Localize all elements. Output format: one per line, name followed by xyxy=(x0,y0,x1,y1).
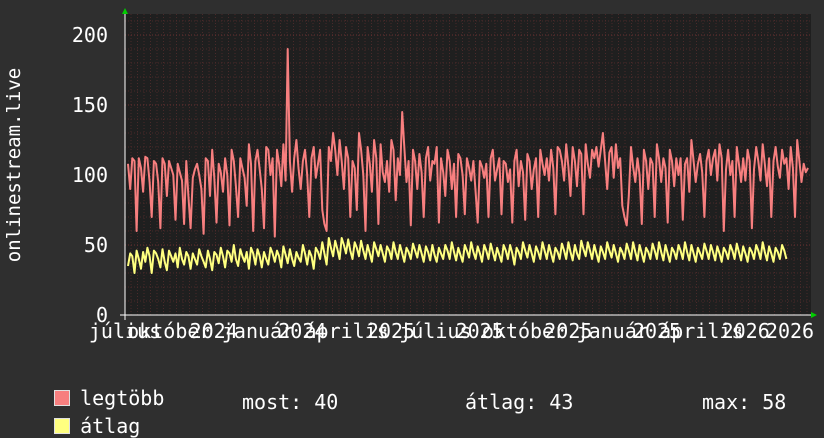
y-tick-label: 100 xyxy=(72,163,108,187)
x-axis-arrow-icon xyxy=(811,312,817,318)
chart: 050100150200 júliusoktóber2024január2024… xyxy=(3,8,817,343)
stat-max: max: 58 xyxy=(702,390,786,414)
y-tick-label: 150 xyxy=(72,93,108,117)
legend-label-atlag: átlag xyxy=(80,414,141,438)
stat-average: átlag: 43 xyxy=(465,390,573,414)
y-tick-label: 50 xyxy=(84,233,108,257)
stat-max-value: 58 xyxy=(762,390,787,414)
stat-max-label: max: xyxy=(702,390,751,414)
y-axis: 050100150200 xyxy=(72,23,108,327)
legend-item-atlag: átlag xyxy=(30,390,140,438)
y-axis-arrow-icon xyxy=(122,8,128,14)
y-tick-label: 200 xyxy=(72,23,108,47)
x-tick-label: 2026 xyxy=(722,319,770,343)
stat-now-value: 40 xyxy=(314,390,339,414)
stat-now-label: most: xyxy=(242,390,303,414)
x-tick-label: 2026 xyxy=(766,319,814,343)
stat-now: most: 40 xyxy=(242,390,338,414)
stat-average-value: 43 xyxy=(549,390,574,414)
y-axis-label: onlinestream.live xyxy=(3,68,25,262)
legend-swatch-atlag xyxy=(54,418,71,434)
stat-average-label: átlag: xyxy=(465,390,538,414)
x-axis: júliusoktóber2024január2024április2025jú… xyxy=(89,319,814,343)
